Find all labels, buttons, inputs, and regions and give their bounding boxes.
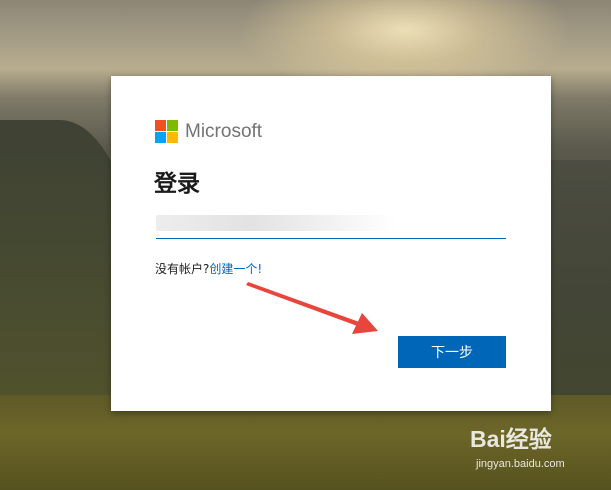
create-account-link[interactable]: 创建一个! — [209, 262, 262, 276]
logo-square-blue — [155, 132, 166, 143]
logo-text: Microsoft — [185, 120, 263, 142]
page-title: 登录 — [154, 171, 200, 197]
no-account-text: 没有帐户? — [155, 262, 210, 276]
signin-card: Microsoft 登录 没有帐户?创建一个! 下一步 — [111, 76, 551, 411]
watermark-brand: Bai经验 — [470, 426, 552, 452]
microsoft-logo-icon — [155, 120, 178, 143]
logo-square-green — [167, 120, 178, 131]
watermark-url: jingyan.baidu.com — [476, 458, 565, 470]
baidu-watermark: Bai经验 jingyan.baidu.com — [468, 420, 608, 480]
logo-square-red — [155, 120, 166, 131]
microsoft-logo: Microsoft — [155, 120, 262, 143]
logo-square-yellow — [167, 132, 178, 143]
redacted-email-blur — [156, 215, 396, 231]
email-field-wrapper — [156, 211, 506, 241]
next-button[interactable]: 下一步 — [398, 336, 506, 368]
no-account-line: 没有帐户?创建一个! — [155, 260, 262, 277]
